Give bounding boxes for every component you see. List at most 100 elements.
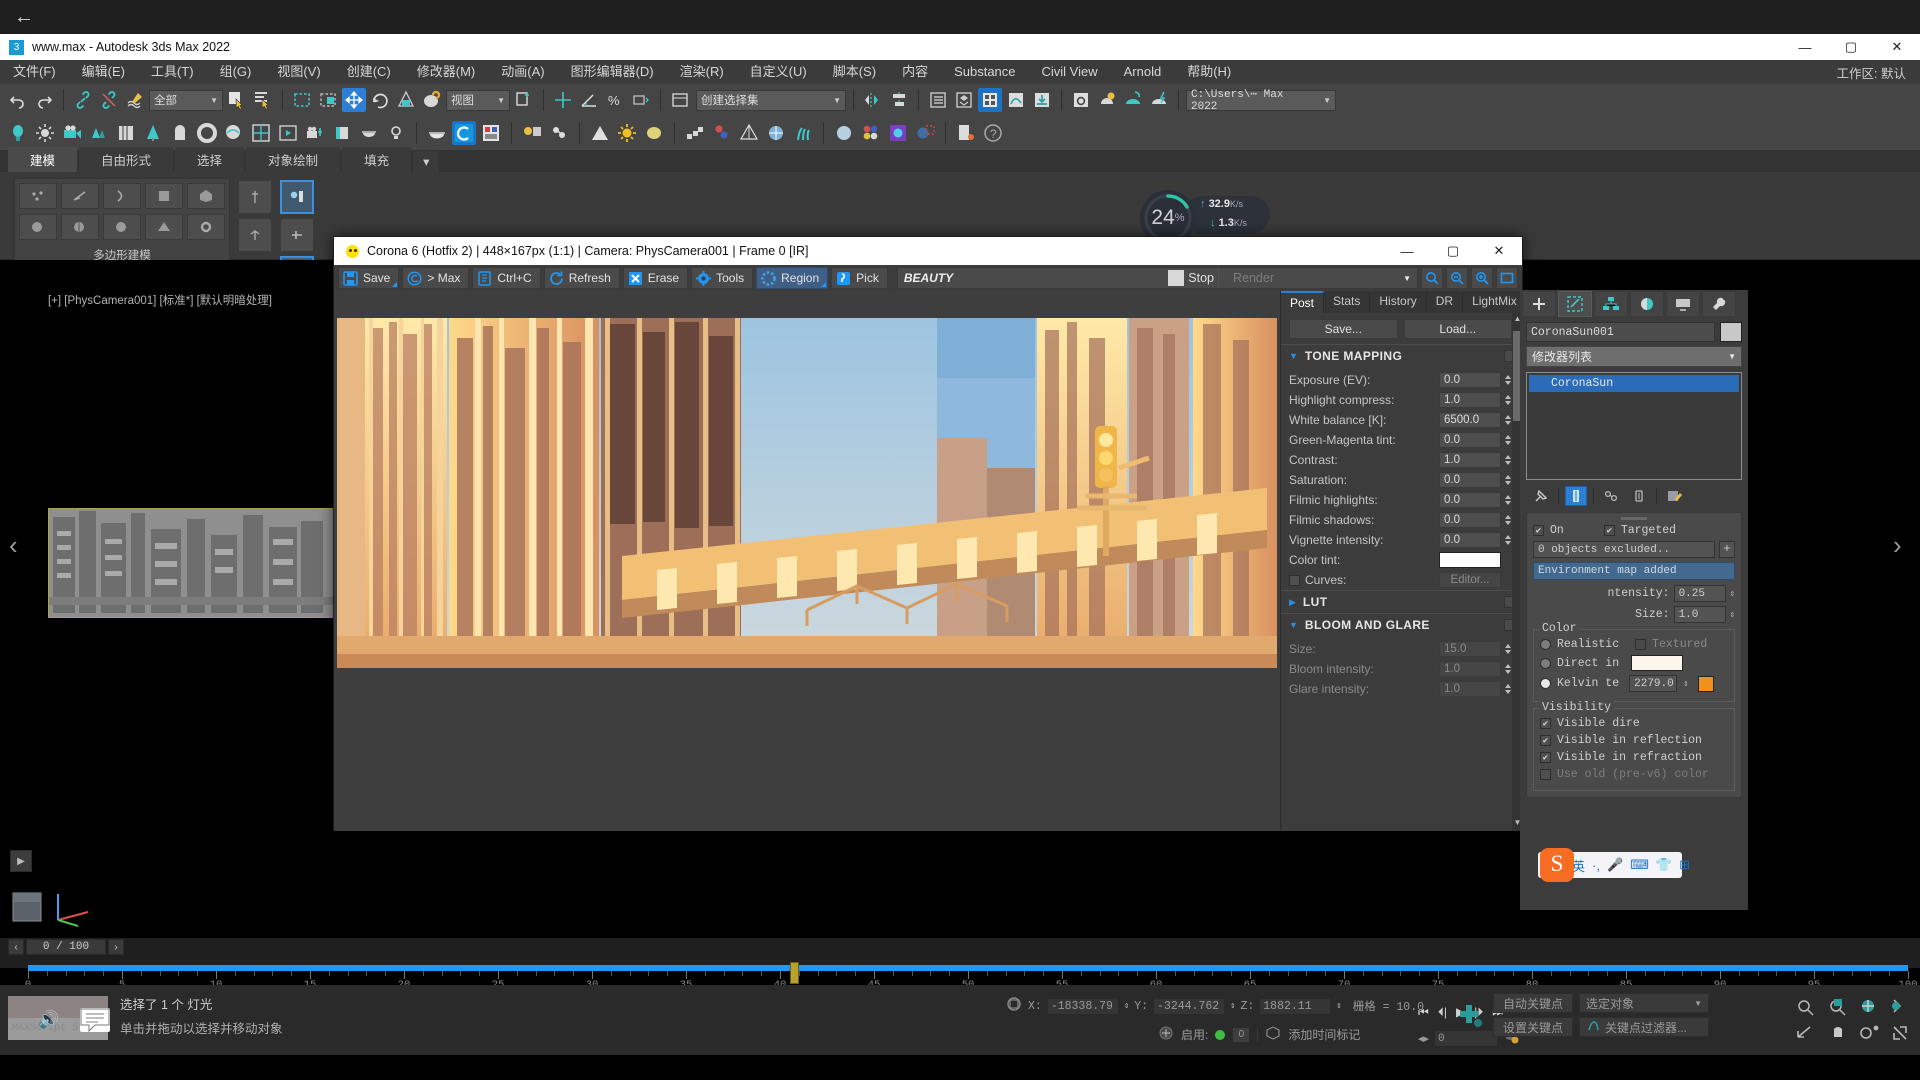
select-and-link-icon[interactable] — [71, 88, 95, 112]
constraints-button[interactable] — [238, 218, 272, 252]
add-key-button[interactable] — [1455, 993, 1485, 1037]
time-slider-handle[interactable] — [790, 962, 799, 984]
viewport-next-arrow-icon[interactable]: › — [1893, 530, 1902, 561]
value-highlight-compress[interactable]: 1.0 — [1439, 392, 1501, 408]
skin-icon[interactable]: 👕 — [1656, 857, 1672, 873]
ribbon-tab-modeling[interactable]: 建模 — [8, 147, 77, 172]
render-setup-icon[interactable] — [1069, 88, 1093, 112]
zoom-out-icon[interactable] — [1446, 267, 1468, 289]
create-tab[interactable] — [1522, 291, 1556, 317]
caret-down-icon[interactable]: ▼ — [1289, 620, 1298, 630]
subobject-border-button[interactable] — [103, 183, 141, 209]
row-exposure[interactable]: Exposure (EV): 0.0 — [1281, 370, 1524, 390]
render-production-icon[interactable] — [1121, 88, 1145, 112]
menu-item-tools[interactable]: 工具(T) — [138, 60, 207, 84]
menu-item-create[interactable]: 创建(C) — [334, 60, 404, 84]
light-bulb-icon[interactable] — [384, 121, 408, 145]
visible-direct-checkbox[interactable] — [1540, 718, 1551, 729]
speaker-icon[interactable]: 🔊 — [38, 1010, 59, 1030]
object-name-input[interactable] — [1526, 322, 1715, 342]
dropdown-corner-icon[interactable] — [821, 282, 826, 287]
excluded-objects-field[interactable]: 0 objects excluded.. — [1533, 541, 1715, 558]
slate-material-editor-icon[interactable] — [886, 121, 910, 145]
free-light-icon[interactable] — [33, 121, 57, 145]
configure-modifier-sets-icon[interactable] — [1663, 486, 1685, 506]
go-to-start-icon[interactable]: ⏮ — [1418, 1005, 1429, 1020]
vfb-render-channel-dropdown[interactable]: BEAUTY ▼ — [897, 267, 1418, 289]
direct-color-swatch[interactable] — [1631, 655, 1683, 671]
view-cube[interactable] — [8, 888, 48, 928]
exclude-add-button[interactable]: + — [1719, 541, 1735, 558]
space-warp-icon[interactable] — [737, 121, 761, 145]
enable-indicator[interactable] — [1215, 1030, 1225, 1040]
coord-y-spinner[interactable]: ⇕ — [1230, 1001, 1235, 1011]
vfb-tab-post[interactable]: Post — [1281, 291, 1324, 313]
value-filmic-shadows[interactable]: 0.0 — [1439, 512, 1501, 528]
ribbon-tab-freeform[interactable]: 自由形式 — [79, 147, 173, 172]
teapot-icon[interactable] — [357, 121, 381, 145]
spinner-filmic-shadows[interactable] — [1503, 514, 1512, 526]
material-library-icon[interactable] — [479, 121, 503, 145]
value-contrast[interactable]: 1.0 — [1439, 452, 1501, 468]
material-editor-icon[interactable] — [978, 88, 1002, 112]
stop-icon[interactable] — [1168, 270, 1184, 286]
use-pivot-point-center-icon[interactable] — [512, 88, 536, 112]
generate-topology-button[interactable] — [19, 214, 57, 240]
spinner-bloom-intensity[interactable] — [1503, 663, 1512, 675]
show-end-result-icon[interactable] — [1565, 486, 1587, 506]
coord-x-field[interactable]: -18338.79 — [1047, 998, 1119, 1015]
daylight-system-icon[interactable] — [642, 121, 666, 145]
angle-snap-toggle-icon[interactable] — [577, 88, 601, 112]
size-spinner[interactable]: ⇕ — [1730, 610, 1735, 620]
vfb-region-button[interactable]: Region — [756, 267, 828, 289]
selection-lock-icon[interactable] — [1005, 995, 1023, 1017]
key-target-dropdown[interactable]: 选定对象 ▼ — [1579, 993, 1709, 1013]
zoom-in-icon[interactable] — [1471, 267, 1493, 289]
visible-refraction-checkbox[interactable] — [1540, 752, 1551, 763]
menu-item-views[interactable]: 视图(V) — [264, 60, 333, 84]
hierarchy-tab[interactable] — [1594, 291, 1628, 317]
rollout-grip[interactable] — [1621, 517, 1647, 520]
add-time-tag-label[interactable]: 添加时间标记 — [1288, 1026, 1360, 1043]
menu-item-edit[interactable]: 编辑(E) — [69, 60, 138, 84]
ime-punctuation-icon[interactable]: ·, — [1592, 858, 1600, 873]
utilities-tab[interactable] — [1702, 291, 1736, 317]
array-icon[interactable] — [683, 121, 707, 145]
row-filmic-shadows[interactable]: Filmic shadows: 0.0 — [1281, 510, 1524, 530]
row-bloom-size[interactable]: Size: 15.0 — [1281, 639, 1524, 659]
menu-item-substance[interactable]: Substance — [941, 60, 1028, 84]
menu-item-customize[interactable]: 自定义(U) — [737, 60, 820, 84]
corona-teapot-icon[interactable] — [425, 121, 449, 145]
targeted-checkbox[interactable] — [1604, 525, 1615, 536]
vfb-close-button[interactable]: ✕ — [1476, 237, 1522, 265]
prev-frame-button[interactable]: ‹ — [8, 939, 24, 955]
render-region-icon[interactable] — [913, 121, 937, 145]
rendered-image[interactable] — [337, 318, 1277, 668]
kelvin-radio[interactable] — [1540, 678, 1551, 689]
row-contrast[interactable]: Contrast: 1.0 — [1281, 450, 1524, 470]
viewport-prev-arrow-icon[interactable]: ‹ — [9, 530, 18, 561]
sogou-logo-icon[interactable]: S — [1540, 848, 1574, 882]
kelvin-spinner[interactable]: ⇕ — [1683, 679, 1688, 689]
remove-modifier-icon[interactable] — [1628, 486, 1650, 506]
tree-icon[interactable] — [141, 121, 165, 145]
paint-deform-button[interactable] — [103, 214, 141, 240]
vfb-tab-dr[interactable]: DR — [1427, 291, 1463, 313]
spinner-snap-toggle-icon[interactable] — [629, 88, 653, 112]
vfb-tab-lightmix[interactable]: LightMix — [1463, 291, 1527, 313]
arch-object-icon[interactable] — [168, 121, 192, 145]
row-green-magenta-tint[interactable]: Green-Magenta tint: 0.0 — [1281, 430, 1524, 450]
vfb-tools-button[interactable]: Tools — [691, 267, 753, 289]
vfb-copy-button[interactable]: Ctrl+C — [472, 267, 540, 289]
zoom-reset-icon[interactable] — [1421, 267, 1443, 289]
spinner-filmic-highlights[interactable] — [1503, 494, 1512, 506]
pin-stack-icon[interactable] — [1530, 486, 1552, 506]
rectangular-selection-region-icon[interactable] — [290, 88, 314, 112]
old-color-checkbox[interactable] — [1540, 769, 1551, 780]
viewport-layout-icon[interactable] — [249, 121, 273, 145]
ribbon-tab-populate[interactable]: 填充 — [342, 147, 411, 172]
caret-down-icon[interactable]: ▼ — [1289, 351, 1298, 361]
project-folder-dropdown[interactable]: C:\Users\⋯ Max 2022 ▼ — [1186, 90, 1336, 111]
kelvin-value[interactable]: 2279.0 — [1629, 675, 1677, 692]
spinner-green-magenta-tint[interactable] — [1503, 434, 1512, 446]
